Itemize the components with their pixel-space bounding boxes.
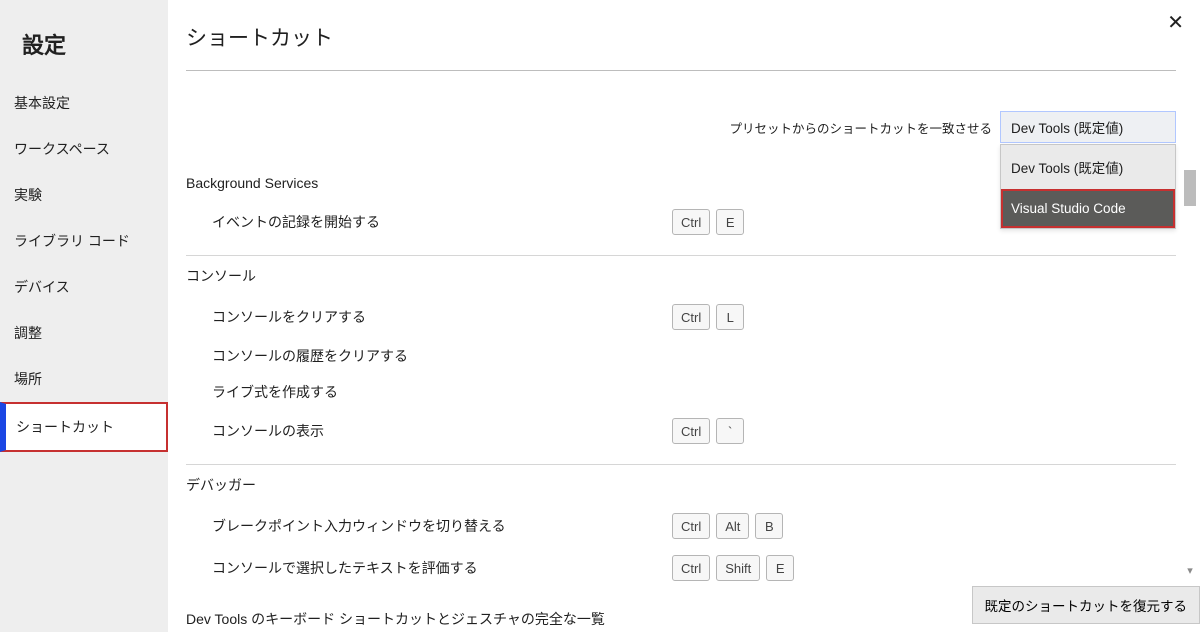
key-ctrl: Ctrl (672, 304, 710, 330)
shortcut-row: コンソールの表示 Ctrl ` (186, 410, 1176, 452)
sidebar-title: 設定 (0, 18, 168, 80)
key-shift: Shift (716, 555, 760, 581)
divider (186, 255, 1176, 256)
sidebar-item-library-code[interactable]: ライブラリ コード (0, 218, 168, 264)
shortcut-label: コンソールの履歴をクリアする (212, 346, 672, 366)
shortcut-row: コンソールで選択したテキストを評価する Ctrl Shift E (186, 547, 1176, 589)
key-e: E (716, 209, 744, 235)
scroll-thumb[interactable] (1184, 170, 1196, 206)
preset-option-devtools[interactable]: Dev Tools (既定値) (1001, 145, 1175, 189)
shortcut-row: コンソールをクリアする Ctrl L (186, 296, 1176, 338)
scrollbar[interactable]: ▾ (1182, 170, 1198, 562)
scroll-down-icon[interactable]: ▾ (1184, 564, 1196, 580)
sidebar-item-workspace[interactable]: ワークスペース (0, 126, 168, 172)
key-ctrl: Ctrl (672, 209, 710, 235)
section-heading: デバッガー (186, 471, 1176, 505)
preset-option-vscode[interactable]: Visual Studio Code (1001, 189, 1175, 228)
shortcut-row: ブレークポイント入力ウィンドウを切り替える Ctrl Alt B (186, 505, 1176, 547)
sidebar-item-locations[interactable]: 場所 (0, 356, 168, 402)
preset-label: プリセットからのショートカットを一致させる (729, 118, 992, 137)
shortcut-label: コンソールの表示 (212, 421, 672, 441)
restore-defaults-button[interactable]: 既定のショートカットを復元する (972, 586, 1200, 624)
sidebar-item-throttling[interactable]: 調整 (0, 310, 168, 356)
preset-row: プリセットからのショートカットを一致させる Dev Tools (既定値) De… (186, 111, 1176, 143)
divider (186, 70, 1176, 71)
shortcut-label: ブレークポイント入力ウィンドウを切り替える (212, 516, 672, 536)
preset-select[interactable]: Dev Tools (既定値) (1000, 111, 1176, 143)
shortcut-label: ライブ式を作成する (212, 382, 672, 402)
sidebar-item-shortcuts[interactable]: ショートカット (0, 402, 168, 452)
sidebar-item-basic[interactable]: 基本設定 (0, 80, 168, 126)
section-heading: コンソール (186, 262, 1176, 296)
shortcut-row: コンソールの履歴をクリアする (186, 338, 1176, 374)
sidebar-item-experiments[interactable]: 実験 (0, 172, 168, 218)
main-panel: ✕ ショートカット プリセットからのショートカットを一致させる Dev Tool… (168, 0, 1200, 632)
key-l: L (716, 304, 744, 330)
shortcut-label: コンソールで選択したテキストを評価する (212, 558, 672, 578)
key-backtick: ` (716, 418, 744, 444)
divider (186, 464, 1176, 465)
shortcut-label: イベントの記録を開始する (212, 212, 672, 232)
settings-sidebar: 設定 基本設定 ワークスペース 実験 ライブラリ コード デバイス 調整 場所 … (0, 0, 168, 632)
page-title: ショートカット (186, 22, 1176, 64)
key-b: B (755, 513, 783, 539)
close-icon[interactable]: ✕ (1167, 10, 1184, 35)
key-ctrl: Ctrl (672, 513, 710, 539)
sidebar-item-devices[interactable]: デバイス (0, 264, 168, 310)
shortcut-label: コンソールをクリアする (212, 307, 672, 327)
key-ctrl: Ctrl (672, 555, 710, 581)
section-debugger: デバッガー ブレークポイント入力ウィンドウを切り替える Ctrl Alt B コ… (186, 471, 1176, 589)
section-console: コンソール コンソールをクリアする Ctrl L コンソールの履歴をクリアする … (186, 262, 1176, 452)
key-ctrl: Ctrl (672, 418, 710, 444)
preset-dropdown: Dev Tools (既定値) Visual Studio Code (1000, 144, 1176, 229)
preset-select-value: Dev Tools (既定値) (1011, 117, 1123, 137)
key-alt: Alt (716, 513, 749, 539)
key-e: E (766, 555, 794, 581)
shortcut-row: ライブ式を作成する (186, 374, 1176, 410)
